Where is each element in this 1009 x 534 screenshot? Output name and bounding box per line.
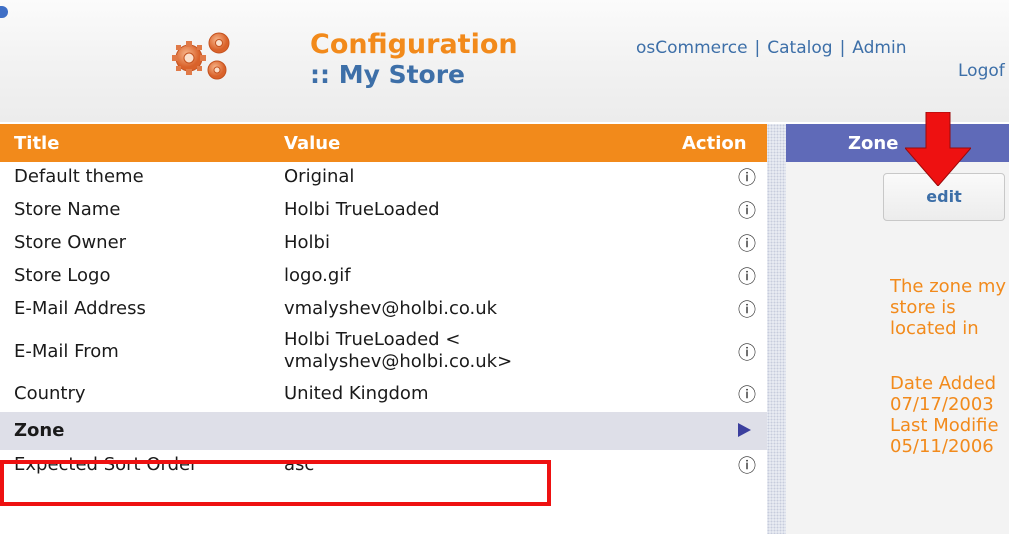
row-title: Zone bbox=[14, 420, 65, 441]
info-icon[interactable]: ⓘ bbox=[738, 164, 756, 190]
info-icon[interactable]: ⓘ bbox=[738, 339, 756, 365]
logoff-link[interactable]: Logof bbox=[958, 61, 1005, 81]
highlight-box bbox=[0, 460, 551, 506]
table-row-selected[interactable]: Zone bbox=[0, 412, 767, 450]
date-added-label: Date Added bbox=[890, 373, 997, 394]
row-title: Store Name bbox=[14, 199, 121, 220]
info-icon[interactable]: ⓘ bbox=[738, 263, 756, 289]
last-modified-value: 05/11/2006 bbox=[890, 436, 994, 457]
page-title-sub: :: My Store bbox=[310, 60, 465, 89]
last-modified-label: Last Modifie bbox=[890, 415, 999, 436]
nav-admin-link[interactable]: Admin bbox=[852, 38, 906, 58]
row-value: Holbi TrueLoaded bbox=[284, 199, 440, 220]
table-row[interactable]: Store Name Holbi TrueLoaded ⓘ bbox=[0, 195, 767, 228]
pane-divider bbox=[767, 124, 786, 534]
nav-separator: | bbox=[839, 38, 846, 58]
nav-separator: | bbox=[754, 38, 761, 58]
row-value: vmalyshev@holbi.co.uk bbox=[284, 298, 498, 319]
row-title: Default theme bbox=[14, 166, 144, 187]
row-title: Country bbox=[14, 383, 86, 404]
nav-oscommerce-link[interactable]: osCommerce bbox=[636, 38, 748, 58]
gears-icon bbox=[172, 32, 230, 80]
description-line: located in bbox=[890, 318, 979, 339]
info-panel: Zone edit The zone my store is located i… bbox=[786, 124, 1009, 534]
info-panel-heading: Zone bbox=[786, 124, 1009, 162]
table-header: Title Value Action bbox=[0, 124, 767, 162]
header: Configuration :: My Store osCommerce | Cat… bbox=[0, 0, 1009, 122]
row-title: E-Mail Address bbox=[14, 298, 146, 319]
info-icon[interactable]: ⓘ bbox=[738, 452, 756, 478]
row-title: Store Owner bbox=[14, 232, 127, 253]
description-line: store is bbox=[890, 297, 956, 318]
col-action-header: Action bbox=[682, 133, 747, 154]
config-table: Title Value Action Default theme Origina… bbox=[0, 124, 767, 483]
row-title: E-Mail From bbox=[14, 341, 119, 362]
description-line: The zone my bbox=[890, 276, 1007, 297]
col-value-header: Value bbox=[284, 133, 341, 154]
table-row[interactable]: Store Owner Holbi ⓘ bbox=[0, 228, 767, 261]
nav-catalog-link[interactable]: Catalog bbox=[767, 38, 832, 58]
info-icon[interactable]: ⓘ bbox=[738, 381, 756, 407]
red-arrow-icon bbox=[905, 112, 971, 186]
row-title: Store Logo bbox=[14, 265, 111, 286]
table-row[interactable]: E-Mail Address vmalyshev@holbi.co.uk ⓘ bbox=[0, 294, 767, 327]
table-row[interactable]: Default theme Original ⓘ bbox=[0, 162, 767, 195]
table-row[interactable]: Country United Kingdom ⓘ bbox=[0, 379, 767, 412]
row-value: Holbi bbox=[284, 232, 330, 253]
row-value: United Kingdom bbox=[284, 383, 429, 404]
top-nav: osCommerce | Catalog | Admin bbox=[636, 36, 1009, 60]
page-title-main: Configuration bbox=[310, 29, 518, 60]
info-icon[interactable]: ⓘ bbox=[738, 296, 756, 322]
row-value-line1: Holbi TrueLoaded < bbox=[284, 329, 461, 350]
info-icon[interactable]: ⓘ bbox=[738, 230, 756, 256]
info-icon[interactable]: ⓘ bbox=[738, 197, 756, 223]
row-value-line2: vmalyshev@holbi.co.uk> bbox=[284, 351, 513, 372]
date-added-value: 07/17/2003 bbox=[890, 394, 994, 415]
table-row[interactable]: Store Logo logo.gif ⓘ bbox=[0, 261, 767, 294]
page-title: Configuration :: My Store bbox=[310, 30, 518, 90]
col-title-header: Title bbox=[14, 133, 60, 154]
table-row[interactable]: E-Mail From Holbi TrueLoaded < vmalyshev… bbox=[0, 327, 767, 379]
row-value: logo.gif bbox=[284, 265, 351, 286]
corner-dot bbox=[0, 6, 8, 18]
row-value: Original bbox=[284, 166, 355, 187]
